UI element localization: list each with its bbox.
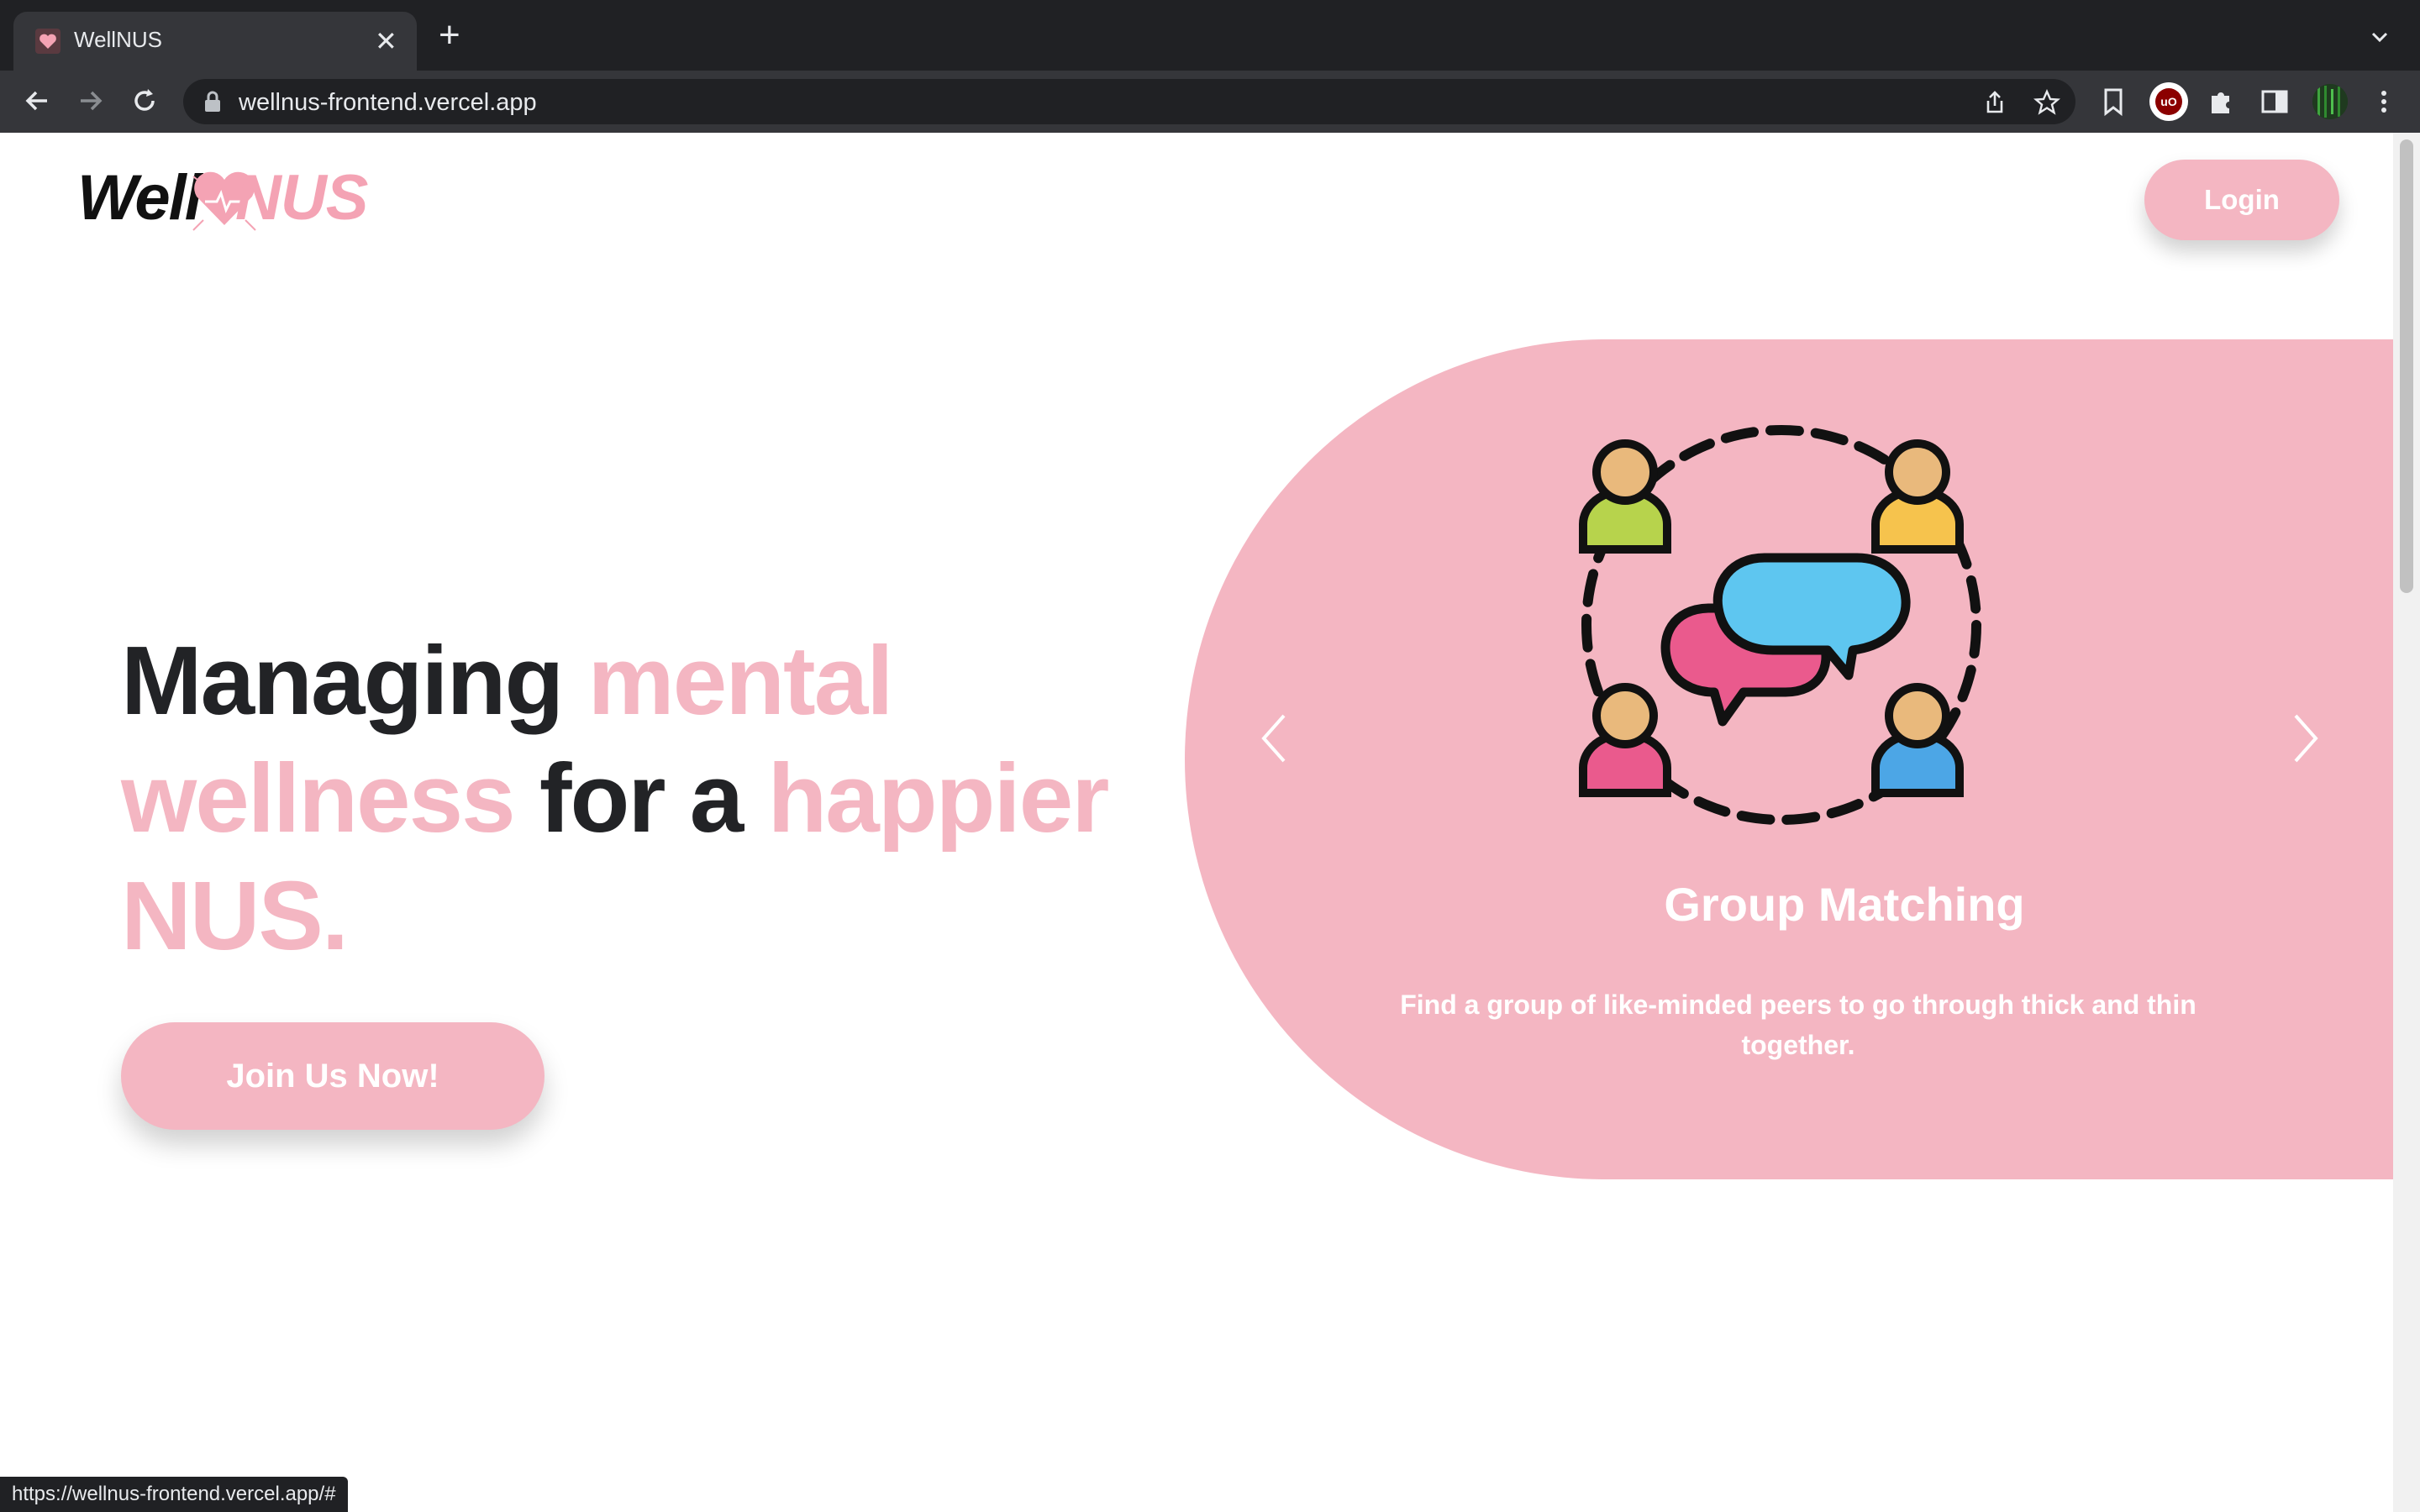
logo-text-nus: NUS xyxy=(235,162,368,234)
headline-part-3: for a xyxy=(513,743,768,853)
back-arrow-icon[interactable] xyxy=(22,86,52,116)
join-us-button[interactable]: Join Us Now! xyxy=(121,1022,544,1130)
carousel-next-icon[interactable] xyxy=(2289,709,2323,768)
chevron-down-icon[interactable] xyxy=(2368,25,2391,49)
profile-avatar[interactable] xyxy=(2312,84,2348,119)
hero-headline: Managing mental wellness for a happier N… xyxy=(121,622,1180,974)
link-status-bar: https://wellnus-frontend.vercel.app/# xyxy=(0,1477,348,1512)
heart-favicon-icon xyxy=(35,29,60,54)
page-scrollbar[interactable] xyxy=(2393,133,2420,1512)
kebab-menu-icon[interactable] xyxy=(2368,86,2400,118)
address-bar[interactable]: wellnus-frontend.vercel.app xyxy=(183,79,2075,124)
forward-arrow-icon[interactable] xyxy=(76,86,106,116)
carousel-prev-icon[interactable] xyxy=(1257,709,1291,768)
url-text: wellnus-frontend.vercel.app xyxy=(239,89,537,116)
new-tab-button[interactable]: + xyxy=(439,17,460,54)
browser-tab[interactable]: WellNUS ✕ xyxy=(13,12,417,71)
login-button[interactable]: Login xyxy=(2144,160,2339,240)
profile-picture-icon xyxy=(2312,84,2348,119)
group-chat-icon xyxy=(1579,425,1981,825)
scrollbar-thumb[interactable] xyxy=(2400,139,2413,593)
headline-part-1: Managing xyxy=(121,626,588,735)
lock-icon xyxy=(205,91,220,112)
browser-tab-bar: WellNUS ✕ + xyxy=(0,0,2420,71)
ublock-extension-icon[interactable]: uO xyxy=(2149,82,2188,121)
carousel-slide-title: Group Matching xyxy=(1664,878,2025,931)
feature-carousel: Group Matching Find a group of like-mind… xyxy=(1185,339,2393,1179)
tab-close-icon[interactable]: ✕ xyxy=(375,22,397,60)
side-panel-icon[interactable] xyxy=(2259,86,2291,118)
reload-icon[interactable] xyxy=(129,86,160,116)
logo-text-well: Well xyxy=(77,162,203,234)
page-viewport: Well NUS Login Managing mental wellness … xyxy=(0,133,2393,1512)
bookmark-star-icon[interactable] xyxy=(2033,89,2060,116)
extensions-puzzle-icon[interactable] xyxy=(2205,86,2237,118)
share-icon[interactable] xyxy=(1981,89,2008,116)
tab-title: WellNUS xyxy=(74,27,162,52)
browser-toolbar: wellnus-frontend.vercel.app uO xyxy=(0,71,2420,134)
carousel-slide-description: Find a group of like-minded peers to go … xyxy=(1400,990,2196,1060)
bookmarks-icon[interactable] xyxy=(2097,86,2129,118)
